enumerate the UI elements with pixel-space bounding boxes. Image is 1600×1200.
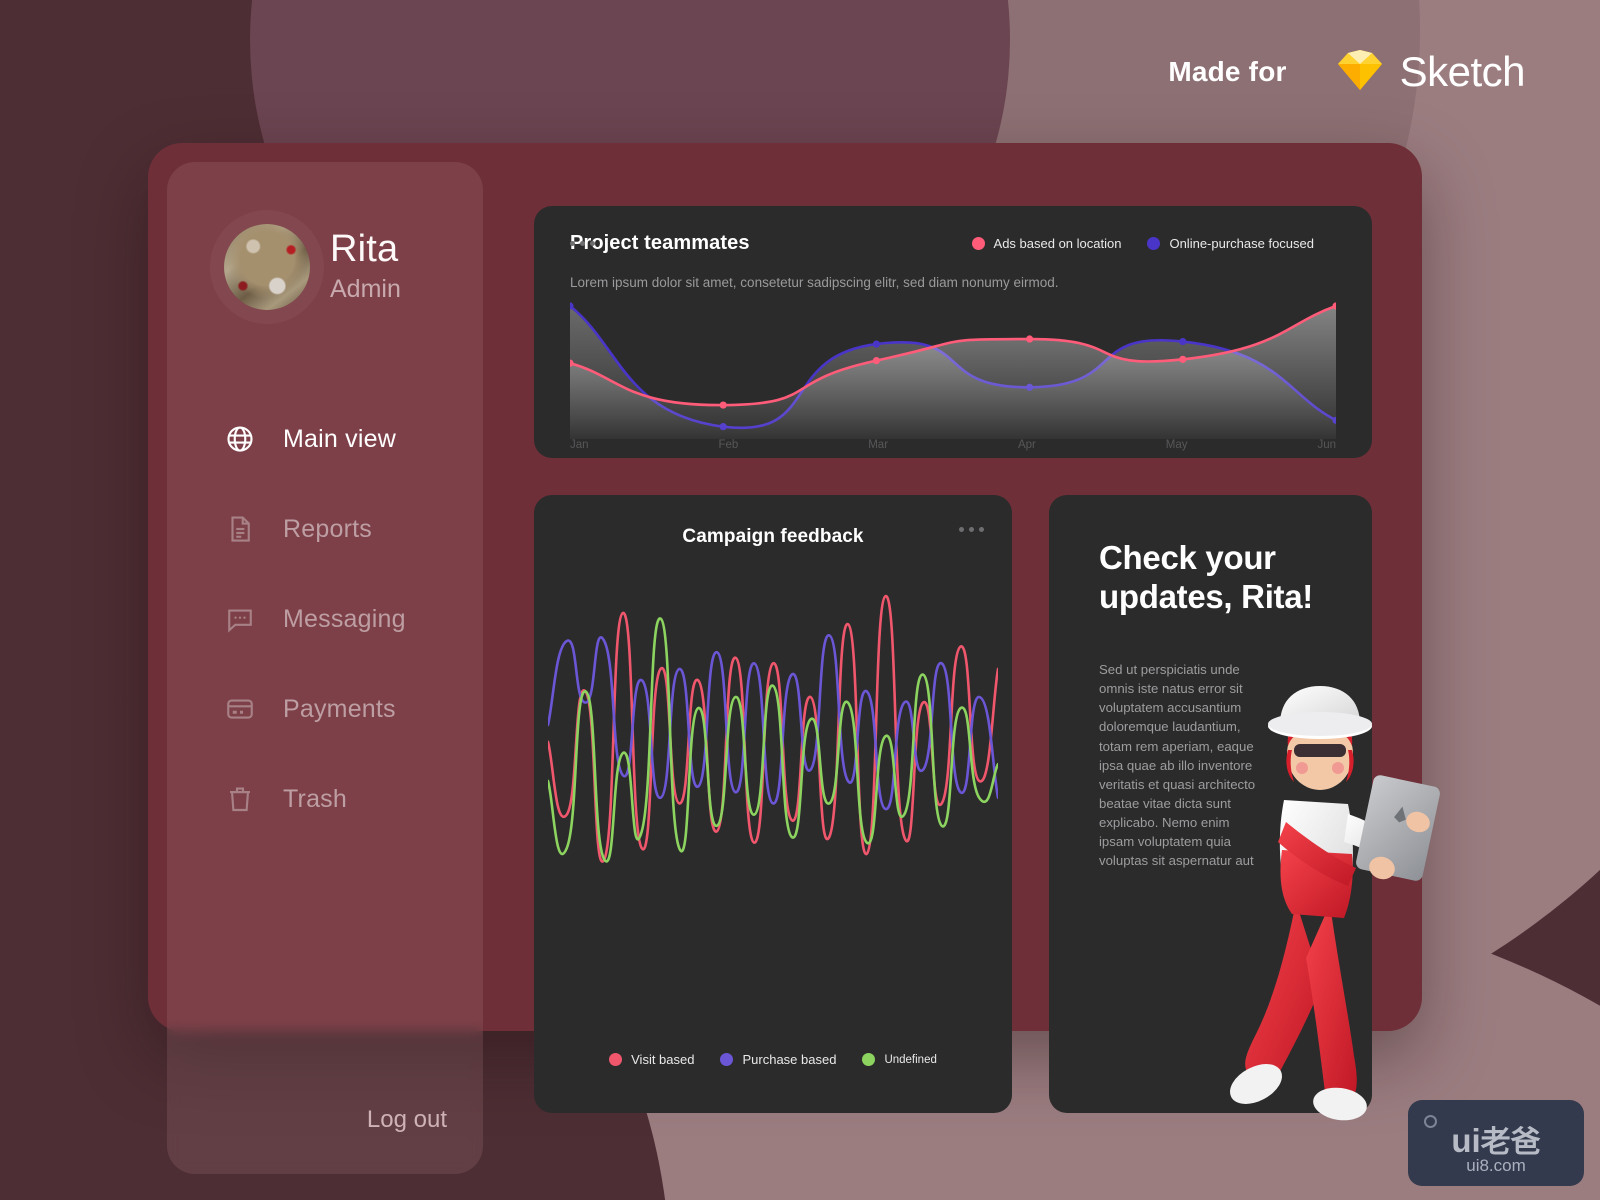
- avatar: [224, 224, 310, 310]
- x-axis-tick: May: [1165, 439, 1188, 451]
- watermark-brand-latin: ui: [1451, 1122, 1481, 1159]
- sidebar-item-trash[interactable]: Trash: [167, 774, 483, 824]
- legend-item[interactable]: Ads based on location: [971, 236, 1122, 251]
- sidebar-item-reports[interactable]: Reports: [167, 504, 483, 554]
- teammates-line-chart: [570, 302, 1336, 439]
- sidebar-item-label: Main view: [283, 424, 396, 453]
- card-title: Project teammates: [570, 232, 750, 254]
- made-for-sketch-banner: Made for Sketch: [1168, 48, 1525, 96]
- legend-swatch: [862, 1053, 876, 1066]
- legend-swatch: [609, 1053, 623, 1066]
- more-options-icon[interactable]: [570, 241, 595, 246]
- sidebar-item-label: Payments: [283, 694, 396, 723]
- made-for-label: Made for: [1168, 56, 1287, 87]
- globe-icon: [224, 423, 256, 455]
- legend-item[interactable]: Visit based: [609, 1052, 694, 1067]
- page-title: Check your updates, Rita!: [1099, 539, 1313, 615]
- screenshot-root: Made for Sketch Rita Admin Main view Rep…: [0, 0, 1600, 1200]
- x-axis-tick: Jan: [570, 439, 589, 451]
- credit-card-icon: [224, 693, 256, 725]
- campaign-wave-chart: [548, 594, 998, 863]
- logout-button[interactable]: Log out: [367, 1106, 447, 1134]
- legend-swatch: [1147, 237, 1161, 250]
- profile-block[interactable]: Rita Admin: [224, 224, 401, 310]
- profile-role: Admin: [330, 275, 401, 304]
- x-axis-tick: Mar: [868, 439, 889, 451]
- x-axis-labels: Jan Feb Mar Apr May Jun: [570, 439, 1336, 451]
- sidebar-item-main-view[interactable]: Main view: [167, 414, 483, 464]
- sidebar-item-label: Reports: [283, 514, 372, 543]
- trash-icon: [224, 783, 256, 815]
- x-axis-tick: Jun: [1317, 439, 1336, 451]
- legend-swatch: [971, 237, 985, 250]
- legend-item[interactable]: Online-purchase focused: [1147, 236, 1314, 251]
- legend-item[interactable]: Purchase based: [720, 1052, 836, 1067]
- legend-swatch: [720, 1053, 734, 1066]
- x-axis-tick: Feb: [718, 439, 739, 451]
- profile-name: Rita: [330, 227, 399, 270]
- sketch-label: Sketch: [1399, 48, 1526, 95]
- legend-label: Visit based: [631, 1052, 695, 1067]
- card-subtitle: Lorem ipsum dolor sit amet, consetetur s…: [570, 275, 1059, 290]
- legend-item[interactable]: Undefined: [862, 1053, 937, 1066]
- legend-label: Purchase based: [742, 1052, 837, 1067]
- legend-label: Undefined: [884, 1053, 937, 1066]
- sidebar-item-payments[interactable]: Payments: [167, 684, 483, 734]
- watermark-brand-cn: 老爸: [1480, 1126, 1541, 1159]
- watermark-brand: ui老爸: [1408, 1117, 1584, 1161]
- sidebar-item-label: Trash: [283, 784, 347, 813]
- updates-heading-block: Check your updates, Rita!: [1099, 539, 1339, 616]
- legend-label: Online-purchase focused: [1169, 236, 1314, 251]
- sidebar-item-messaging[interactable]: Messaging: [167, 594, 483, 644]
- character-illustration: [1230, 686, 1440, 1121]
- campaign-feedback-card: Campaign feedback Visit based Purchase b…: [534, 495, 1012, 1113]
- sketch-diamond-icon: [1337, 49, 1383, 96]
- chat-bubble-icon: [224, 603, 256, 635]
- chart-legend: Visit based Purchase based Undefined: [534, 1052, 1012, 1067]
- card-title: Campaign feedback: [682, 526, 864, 547]
- sidebar-nav: Main view Reports Messaging Payments Tra…: [167, 414, 483, 864]
- legend-label: Ads based on location: [993, 236, 1122, 251]
- document-icon: [224, 513, 256, 545]
- chart-legend: Ads based on location Online-purchase fo…: [971, 236, 1314, 251]
- project-teammates-card: Project teammates Ads based on location …: [534, 206, 1372, 458]
- more-options-icon[interactable]: [959, 527, 984, 532]
- sidebar-item-label: Messaging: [283, 604, 406, 633]
- watermark-badge: ui老爸 ui8.com: [1408, 1100, 1584, 1186]
- x-axis-tick: Apr: [1017, 439, 1036, 451]
- sidebar: Rita Admin Main view Reports Messaging P…: [167, 162, 483, 1174]
- watermark-url: ui8.com: [1466, 1156, 1526, 1175]
- card-header: Project teammates Ads based on location …: [570, 232, 1344, 255]
- sketch-brand: Sketch: [1337, 48, 1526, 96]
